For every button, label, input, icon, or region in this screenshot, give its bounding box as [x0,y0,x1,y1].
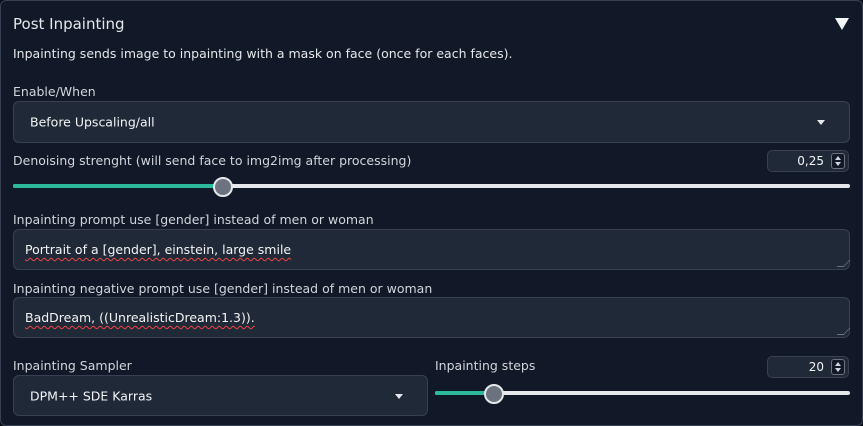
panel-description: Inpainting sends image to inpainting wit… [13,46,513,61]
sampler-value: DPM++ SDE Karras [30,388,153,403]
denoising-number-input[interactable]: 0,25 [767,150,849,172]
panel-header[interactable]: Post Inpainting [13,13,850,35]
prompt-label: Inpainting prompt use [gender] instead o… [13,212,374,227]
collapse-triangle-icon[interactable] [835,18,849,30]
spinner-icon[interactable] [831,153,845,169]
prompt-text: Portrait of a [gender], einstein, large … [25,242,292,257]
slider-fill [13,184,223,188]
resize-grip-icon[interactable] [836,328,851,335]
chevron-down-icon [395,393,403,399]
prompt-textarea[interactable]: Portrait of a [gender], einstein, large … [13,229,851,270]
denoising-slider[interactable] [13,177,850,197]
denoising-value: 0,25 [797,154,824,168]
negative-prompt-textarea[interactable]: BadDream, ((UnrealisticDream:1.3)). [13,297,851,338]
negative-prompt-label: Inpainting negative prompt use [gender] … [13,281,433,296]
denoising-label: Denoising strenght (will send face to im… [13,153,412,168]
chevron-down-icon [817,120,825,125]
post-inpainting-panel: Post Inpainting Inpainting sends image t… [0,0,863,426]
steps-value: 20 [808,360,824,374]
slider-thumb[interactable] [484,384,505,404]
steps-slider[interactable] [435,384,850,404]
steps-number-input[interactable]: 20 [767,356,849,378]
steps-label: Inpainting steps [435,358,536,373]
negative-prompt-text: BadDream, ((UnrealisticDream:1.3)). [25,310,255,325]
spinner-icon[interactable] [831,359,845,375]
panel-title: Post Inpainting [13,15,125,33]
enable-when-label: Enable/When [13,84,96,99]
sampler-label: Inpainting Sampler [13,358,132,373]
sampler-dropdown[interactable]: DPM++ SDE Karras [13,375,428,416]
resize-grip-icon[interactable] [836,260,851,267]
enable-when-value: Before Upscaling/all [30,114,155,130]
enable-when-dropdown[interactable]: Before Upscaling/all [13,101,850,143]
slider-thumb[interactable] [213,177,234,197]
